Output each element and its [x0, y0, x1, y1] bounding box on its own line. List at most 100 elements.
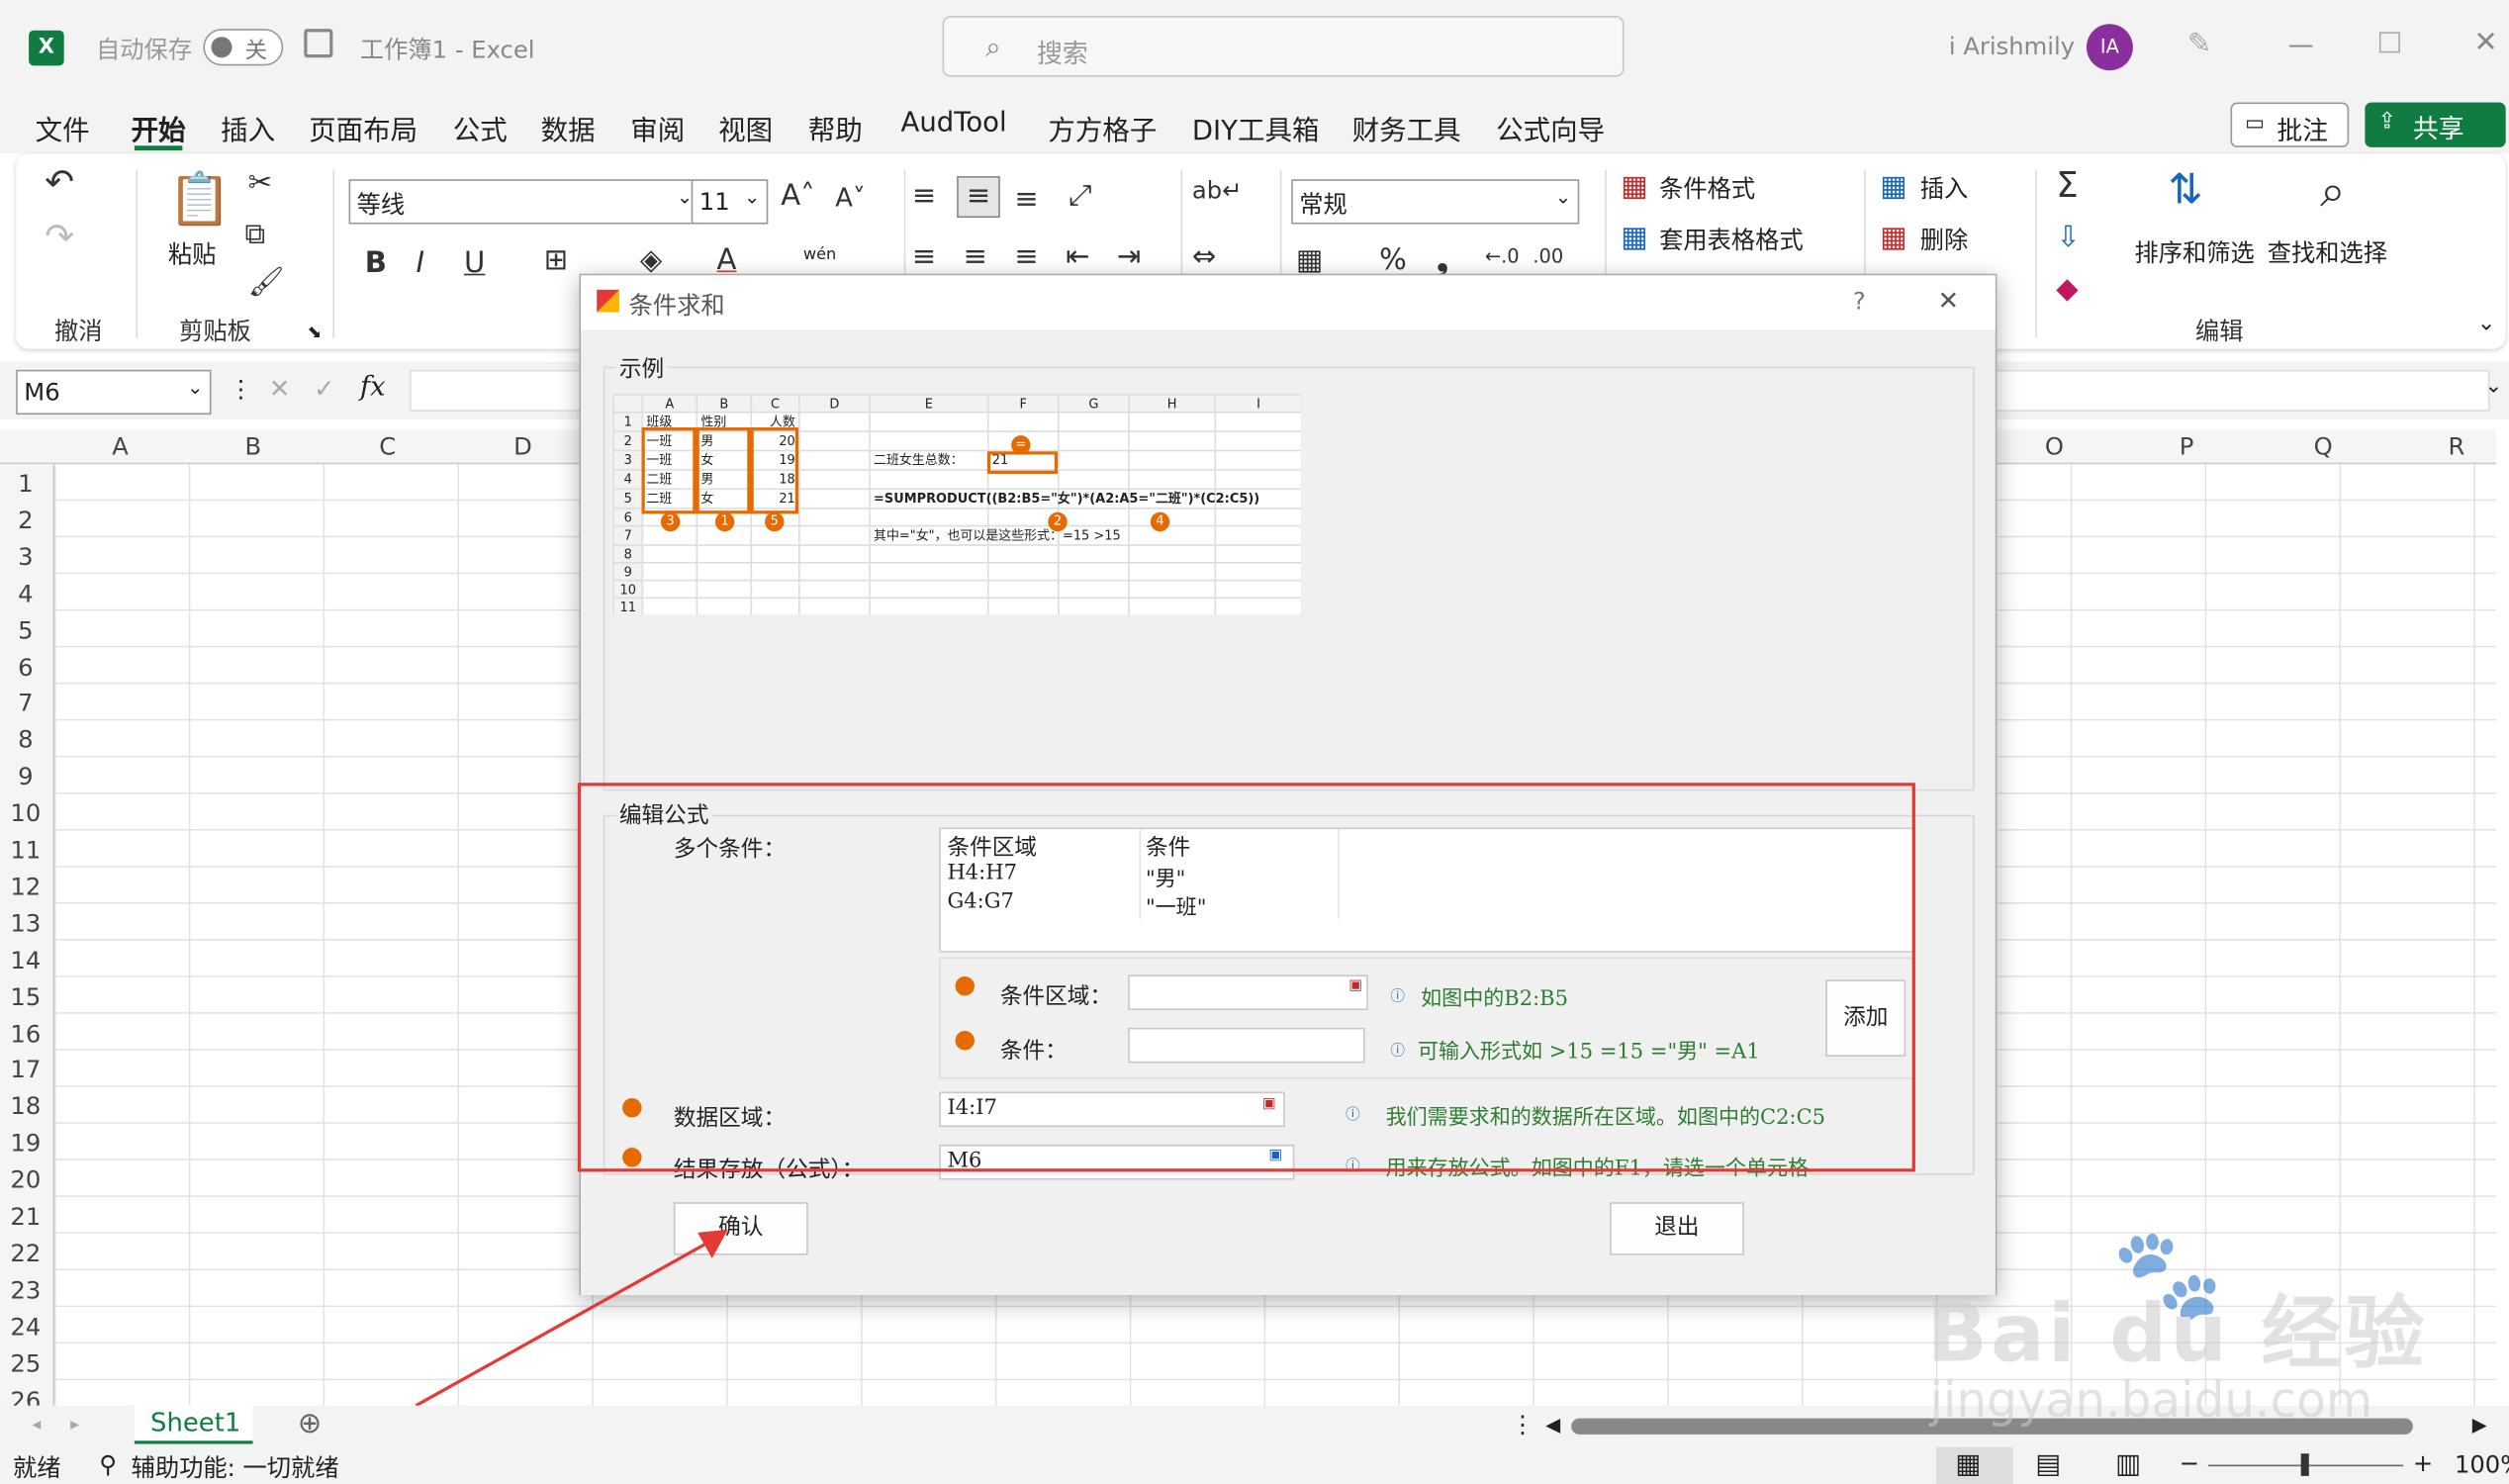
- column-header[interactable]: R: [2448, 432, 2464, 461]
- dialog-help-icon[interactable]: ?: [1853, 287, 1866, 316]
- autosave-toggle[interactable]: 关: [203, 29, 284, 66]
- align-bottom-icon[interactable]: ≡: [1014, 185, 1038, 215]
- row-header[interactable]: 7: [0, 689, 51, 717]
- orientation-icon[interactable]: ⤢: [1069, 182, 1091, 211]
- font-name-select[interactable]: 等线 ⌄: [348, 179, 701, 225]
- expand-formula-icon[interactable]: ⌄: [2485, 375, 2503, 399]
- number-format-select[interactable]: 常规 ⌄: [1291, 179, 1580, 225]
- row-header[interactable]: 5: [0, 615, 51, 644]
- row-header[interactable]: 14: [0, 946, 51, 974]
- paste-icon[interactable]: 📋: [168, 173, 232, 225]
- column-header[interactable]: P: [2180, 432, 2194, 461]
- row-header[interactable]: 9: [0, 763, 51, 791]
- row-header[interactable]: 8: [0, 725, 51, 754]
- more-icon[interactable]: ⋮: [229, 375, 252, 404]
- tab-review[interactable]: 审阅: [630, 107, 685, 147]
- font-size-select[interactable]: 11 ⌄: [691, 179, 769, 225]
- align-middle-icon[interactable]: ≡: [957, 175, 1000, 219]
- delete-cells-button[interactable]: 删除: [1920, 223, 1969, 256]
- decimal-increase-icon[interactable]: ←.0: [1485, 246, 1520, 265]
- clipboard-launcher-icon[interactable]: ⬊: [308, 322, 323, 342]
- row-header[interactable]: 6: [0, 652, 51, 681]
- row-header[interactable]: 2: [0, 506, 51, 534]
- share-button[interactable]: ⇪ 共享: [2365, 102, 2506, 147]
- row-header[interactable]: 24: [0, 1312, 51, 1341]
- row-header[interactable]: 12: [0, 873, 51, 901]
- row-header[interactable]: 1: [0, 469, 51, 498]
- format-painter-icon[interactable]: 🖌: [248, 268, 285, 298]
- row-header[interactable]: 20: [0, 1165, 51, 1194]
- row-header[interactable]: 19: [0, 1129, 51, 1158]
- row-header[interactable]: 23: [0, 1275, 51, 1304]
- row-header[interactable]: 15: [0, 982, 51, 1011]
- zoom-in-icon[interactable]: +: [2413, 1448, 2433, 1477]
- fill-color-icon[interactable]: ◈: [640, 245, 662, 275]
- grow-font-icon[interactable]: A˄: [781, 182, 814, 211]
- border-icon[interactable]: ⊞: [544, 245, 568, 275]
- row-header[interactable]: 3: [0, 542, 51, 571]
- conditional-format-icon[interactable]: ▦: [1621, 172, 1648, 202]
- find-select-button[interactable]: 查找和选择: [2268, 235, 2387, 269]
- comment-button[interactable]: ▭ 批注: [2230, 102, 2350, 147]
- tab-data[interactable]: 数据: [541, 107, 596, 147]
- insert-cells-button[interactable]: 插入: [1920, 171, 1969, 205]
- column-header[interactable]: B: [244, 432, 261, 461]
- percent-icon[interactable]: %: [1379, 245, 1407, 275]
- decimal-decrease-icon[interactable]: .00: [1533, 246, 1563, 265]
- column-header[interactable]: A: [112, 432, 129, 461]
- name-box[interactable]: M6 ⌄: [16, 369, 212, 416]
- insert-cells-icon[interactable]: ▦: [1880, 172, 1907, 202]
- indent-decrease-icon[interactable]: ⇤: [1066, 242, 1089, 272]
- tab-audtool[interactable]: AudTool: [901, 107, 1007, 139]
- search-box[interactable]: ⌕ 搜索: [942, 16, 1625, 77]
- redo-icon[interactable]: ↷: [45, 220, 74, 256]
- align-left-icon[interactable]: ≡: [912, 242, 936, 272]
- pen-icon[interactable]: ✎: [2187, 28, 2211, 61]
- row-header[interactable]: 22: [0, 1239, 51, 1267]
- sort-filter-icon[interactable]: ⇅: [2168, 170, 2202, 212]
- align-right-icon[interactable]: ≡: [1014, 242, 1038, 272]
- sort-filter-button[interactable]: 排序和筛选: [2134, 235, 2254, 269]
- tab-finance[interactable]: 财务工具: [1352, 107, 1461, 147]
- delete-cells-icon[interactable]: ▦: [1880, 224, 1907, 253]
- zoom-out-icon[interactable]: −: [2180, 1448, 2199, 1477]
- tab-page-layout[interactable]: 页面布局: [309, 107, 418, 147]
- copy-icon[interactable]: ⧉: [244, 220, 265, 249]
- column-header[interactable]: D: [513, 432, 532, 461]
- indent-increase-icon[interactable]: ⇥: [1117, 242, 1141, 272]
- tab-fangfang[interactable]: 方方格子: [1048, 107, 1157, 147]
- comma-icon[interactable]: ❟: [1437, 245, 1447, 275]
- tab-diy[interactable]: DIY工具箱: [1192, 107, 1320, 147]
- minimize-icon[interactable]: —: [2288, 29, 2314, 59]
- italic-icon[interactable]: I: [416, 249, 424, 278]
- tab-insert[interactable]: 插入: [221, 107, 275, 147]
- align-center-icon[interactable]: ≡: [964, 242, 987, 272]
- more-icon[interactable]: ⋮: [1511, 1411, 1534, 1439]
- tab-home[interactable]: 开始: [132, 107, 186, 147]
- clear-icon[interactable]: ◆: [2056, 275, 2078, 304]
- column-header[interactable]: Q: [2314, 432, 2333, 461]
- accessibility-status[interactable]: 辅助功能: 一切就绪: [132, 1450, 339, 1484]
- page-layout-view-icon[interactable]: ▤: [2035, 1448, 2061, 1480]
- wrap-text-icon[interactable]: ab↵: [1192, 178, 1243, 203]
- table-format-button[interactable]: 套用表格格式: [1659, 223, 1804, 256]
- column-header[interactable]: O: [2045, 432, 2064, 461]
- tab-file[interactable]: 文件: [36, 107, 90, 147]
- tab-formulas[interactable]: 公式: [453, 107, 508, 147]
- align-top-icon[interactable]: ≡: [912, 182, 936, 211]
- enter-icon[interactable]: ✓: [314, 373, 335, 404]
- zoom-slider-thumb[interactable]: [2300, 1453, 2309, 1476]
- restore-icon[interactable]: [2378, 32, 2400, 53]
- currency-icon[interactable]: ▦: [1296, 245, 1324, 275]
- accessibility-icon[interactable]: ⚲: [99, 1450, 117, 1479]
- column-header[interactable]: C: [379, 432, 396, 461]
- autosum-icon[interactable]: Σ: [2056, 169, 2078, 206]
- avatar[interactable]: IA: [2086, 24, 2133, 71]
- normal-view-icon[interactable]: ▦: [1955, 1448, 1981, 1480]
- tab-view[interactable]: 视图: [718, 107, 773, 147]
- tab-formula-guide[interactable]: 公式向导: [1496, 107, 1605, 147]
- cancel-icon[interactable]: ✕: [269, 373, 291, 404]
- paste-label[interactable]: 粘贴: [168, 236, 217, 270]
- row-header[interactable]: 18: [0, 1092, 51, 1121]
- fill-icon[interactable]: ⇩: [2056, 224, 2080, 253]
